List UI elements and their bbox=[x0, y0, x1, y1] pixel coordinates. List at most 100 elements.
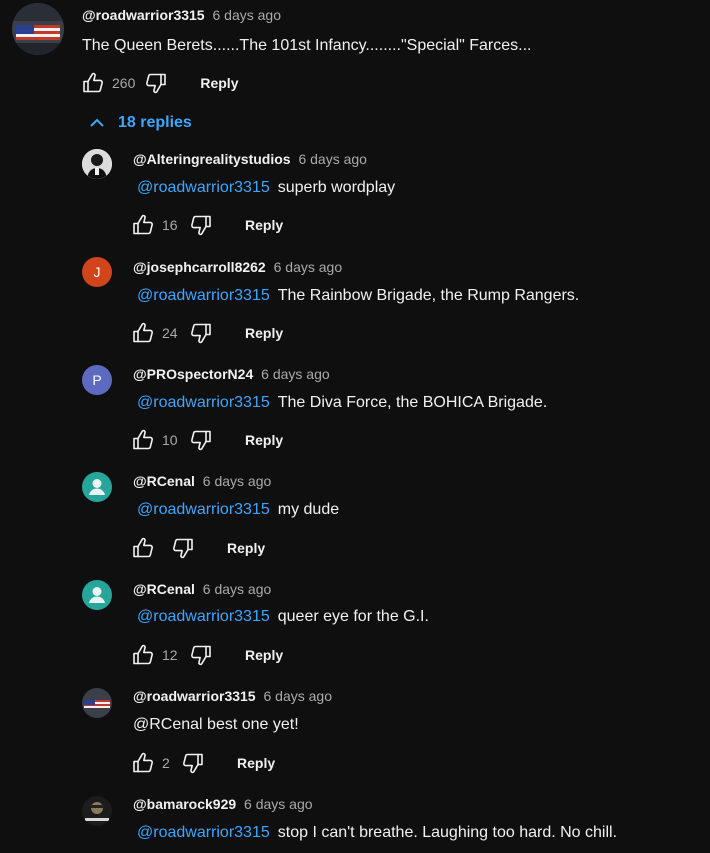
timestamp[interactable]: 6 days ago bbox=[203, 473, 272, 489]
thumb-down-icon bbox=[171, 536, 195, 560]
reply-button[interactable]: Reply bbox=[245, 647, 283, 663]
mention-link[interactable]: @roadwarrior3315 bbox=[137, 824, 270, 841]
mention-link[interactable]: @roadwarrior3315 bbox=[137, 394, 270, 411]
comment-body: stop I can't breathe. Laughing too hard.… bbox=[277, 824, 618, 841]
reply-button[interactable]: Reply bbox=[245, 217, 283, 233]
top-comment: @roadwarrior3315 6 days ago The Queen Be… bbox=[0, 0, 710, 100]
comment-meta: @josephcarroll8262 6 days ago bbox=[133, 259, 342, 275]
mention-link[interactable]: @roadwarrior3315 bbox=[137, 179, 270, 196]
comment-text: @roadwarrior3315 stop I can't breathe. La… bbox=[137, 824, 617, 842]
comment-meta: @roadwarrior3315 6 days ago bbox=[82, 7, 281, 23]
like-button[interactable] bbox=[131, 536, 155, 560]
timestamp[interactable]: 6 days ago bbox=[274, 259, 343, 275]
thumb-up-icon bbox=[131, 751, 155, 775]
dislike-button[interactable] bbox=[171, 536, 195, 560]
thumb-up-icon bbox=[131, 213, 155, 237]
reply-button[interactable]: Reply bbox=[245, 325, 283, 341]
comment-meta: @RCenal 6 days ago bbox=[133, 473, 271, 489]
replies-count-label: 18 replies bbox=[118, 114, 192, 131]
thumb-up-icon bbox=[131, 643, 155, 667]
comment-text: @RCenal best one yet! bbox=[133, 716, 299, 734]
avatar[interactable] bbox=[82, 796, 112, 826]
thumb-up-icon bbox=[131, 428, 155, 452]
thumb-up-icon bbox=[81, 71, 105, 95]
comment-text: @roadwarrior3315 The Diva Force, the BOHI… bbox=[137, 394, 547, 412]
timestamp[interactable]: 6 days ago bbox=[264, 688, 333, 704]
reply-comment: @roadwarrior3315 6 days ago @RCenal best… bbox=[0, 685, 710, 785]
dislike-button[interactable] bbox=[189, 321, 213, 345]
avatar[interactable]: P bbox=[82, 365, 112, 395]
like-button[interactable] bbox=[131, 428, 155, 452]
thumb-up-icon bbox=[131, 536, 155, 560]
comment-meta: @Alteringrealitystudios 6 days ago bbox=[133, 151, 367, 167]
comment-meta: @bamarock929 6 days ago bbox=[133, 796, 313, 812]
like-button[interactable] bbox=[131, 643, 155, 667]
comment-body: @RCenal best one yet! bbox=[133, 716, 299, 733]
comment-actions: 24 Reply bbox=[131, 321, 283, 345]
author-name[interactable]: @josephcarroll8262 bbox=[133, 259, 266, 275]
author-name[interactable]: @RCenal bbox=[133, 473, 195, 489]
comment-text: @roadwarrior3315 The Rainbow Brigade, the… bbox=[137, 287, 579, 305]
thumb-down-icon bbox=[189, 428, 213, 452]
mention-link[interactable]: @roadwarrior3315 bbox=[137, 287, 270, 304]
reply-button[interactable]: Reply bbox=[200, 75, 238, 91]
like-count: 12 bbox=[162, 647, 178, 663]
comment-meta: @RCenal 6 days ago bbox=[133, 581, 271, 597]
comment-text: @roadwarrior3315 superb wordplay bbox=[137, 179, 395, 197]
like-button[interactable] bbox=[81, 71, 105, 95]
replies-toggle[interactable]: 18 replies bbox=[88, 114, 192, 132]
timestamp[interactable]: 6 days ago bbox=[203, 581, 272, 597]
comment-text: The Queen Berets......The 101st Infancy.… bbox=[82, 37, 532, 55]
reply-comment: P @PROspectorN24 6 days ago @roadwarrior… bbox=[0, 362, 710, 462]
like-button[interactable] bbox=[131, 213, 155, 237]
like-count: 2 bbox=[162, 755, 170, 771]
person-icon bbox=[89, 587, 105, 603]
timestamp[interactable]: 6 days ago bbox=[244, 796, 313, 812]
thumb-down-icon bbox=[189, 213, 213, 237]
thumb-down-icon bbox=[144, 71, 168, 95]
dislike-button[interactable] bbox=[189, 213, 213, 237]
comment-actions: 16 Reply bbox=[131, 213, 283, 237]
comment-body: The Rainbow Brigade, the Rump Rangers. bbox=[277, 287, 580, 304]
dislike-button[interactable] bbox=[189, 643, 213, 667]
author-name[interactable]: @RCenal bbox=[133, 581, 195, 597]
avatar[interactable] bbox=[82, 472, 112, 502]
flag-avatar-icon bbox=[12, 3, 64, 55]
thumb-down-icon bbox=[181, 751, 205, 775]
timestamp[interactable]: 6 days ago bbox=[213, 7, 282, 23]
comment-body: superb wordplay bbox=[277, 179, 396, 196]
reply-comment: @Alteringrealitystudios 6 days ago @road… bbox=[0, 146, 710, 246]
reply-button[interactable]: Reply bbox=[227, 540, 265, 556]
dislike-button[interactable] bbox=[181, 751, 205, 775]
comment-text: @roadwarrior3315 my dude bbox=[137, 501, 339, 519]
like-count: 24 bbox=[162, 325, 178, 341]
comment-meta: @PROspectorN24 6 days ago bbox=[133, 366, 330, 382]
mention-link[interactable]: @roadwarrior3315 bbox=[137, 608, 270, 625]
reply-comment: @bamarock929 6 days ago @roadwarrior3315… bbox=[0, 793, 710, 853]
timestamp[interactable]: 6 days ago bbox=[261, 366, 330, 382]
comment-meta: @roadwarrior3315 6 days ago bbox=[133, 688, 332, 704]
author-name[interactable]: @bamarock929 bbox=[133, 796, 236, 812]
dislike-button[interactable] bbox=[189, 428, 213, 452]
avatar[interactable]: J bbox=[82, 257, 112, 287]
comment-body: The Queen Berets......The 101st Infancy.… bbox=[82, 37, 532, 54]
author-name[interactable]: @roadwarrior3315 bbox=[82, 7, 205, 23]
author-name[interactable]: @roadwarrior3315 bbox=[133, 688, 256, 704]
like-count: 16 bbox=[162, 217, 178, 233]
author-name[interactable]: @PROspectorN24 bbox=[133, 366, 253, 382]
mention-link[interactable]: @roadwarrior3315 bbox=[137, 501, 270, 518]
comment-body: my dude bbox=[277, 501, 340, 518]
dislike-button[interactable] bbox=[144, 71, 168, 95]
reply-comment: @RCenal 6 days ago @roadwarrior3315 queer… bbox=[0, 577, 710, 677]
like-button[interactable] bbox=[131, 321, 155, 345]
author-name[interactable]: @Alteringrealitystudios bbox=[133, 151, 291, 167]
avatar[interactable] bbox=[82, 580, 112, 610]
timestamp[interactable]: 6 days ago bbox=[298, 151, 367, 167]
like-button[interactable] bbox=[131, 751, 155, 775]
avatar[interactable] bbox=[82, 688, 112, 718]
avatar[interactable] bbox=[82, 149, 112, 179]
avatar[interactable] bbox=[12, 3, 64, 55]
reply-button[interactable]: Reply bbox=[237, 755, 275, 771]
profile-photo-icon bbox=[82, 149, 112, 179]
reply-button[interactable]: Reply bbox=[245, 432, 283, 448]
